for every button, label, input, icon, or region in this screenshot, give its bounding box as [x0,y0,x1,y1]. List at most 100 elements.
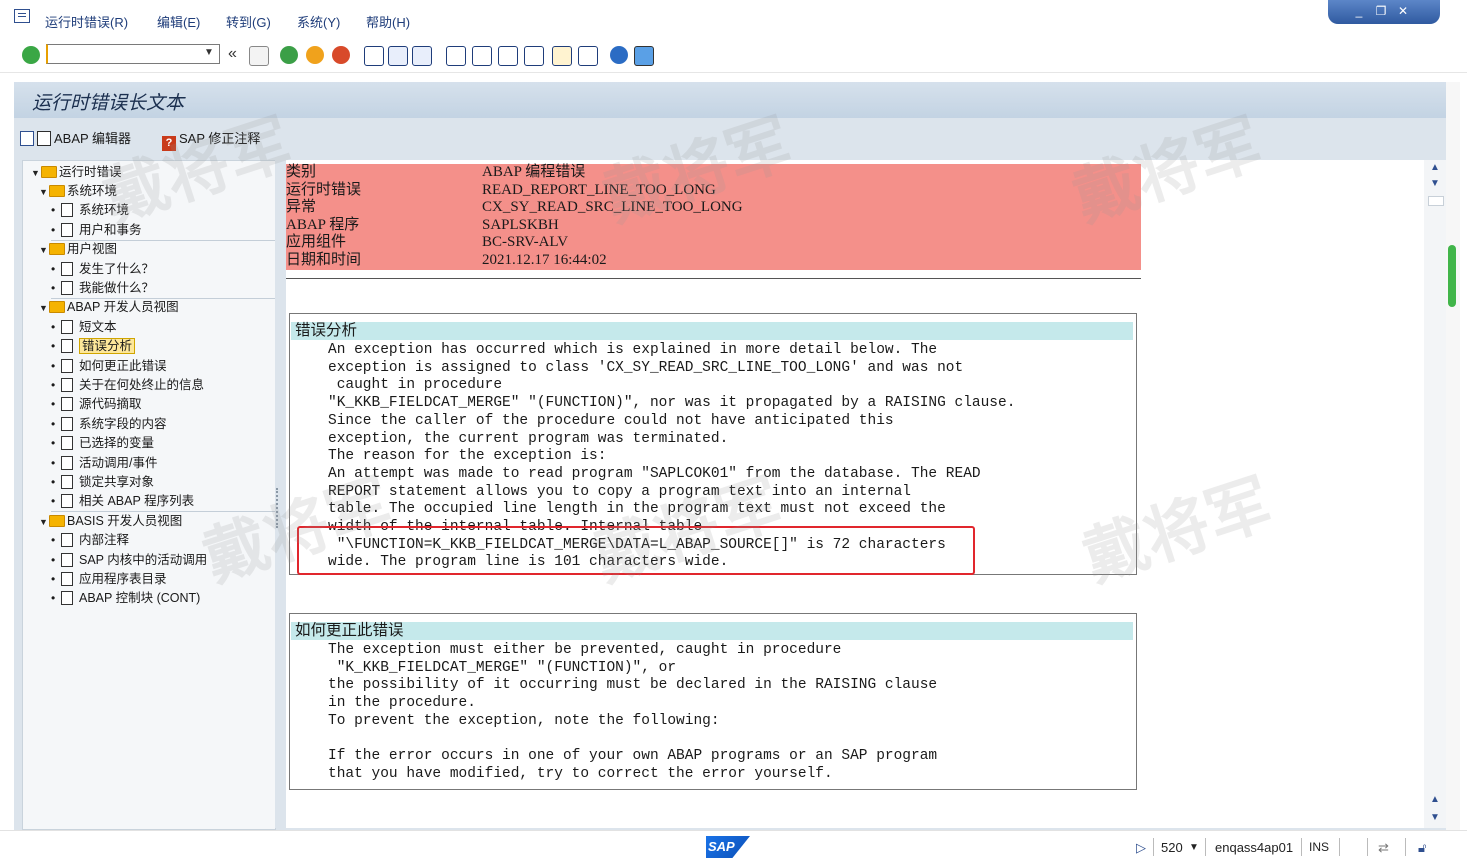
expand-icon[interactable]: ▼ [39,183,49,202]
tree-item[interactable]: • 活动调用/事件 [51,454,291,473]
bullet-icon: • [51,572,56,586]
tree-item[interactable]: • ABAP 控制块 (CONT) [51,589,291,608]
text-line: If the error occurs in one of your own A… [328,748,938,765]
tree-item-label: 错误分析 [79,338,136,355]
tree-item[interactable]: • 内部注释 [51,531,291,550]
tree-item[interactable]: • 短文本 [51,318,291,337]
text-line: "K_KKB_FIELDCAT_MERGE" "(FUNCTION)", nor… [328,395,1016,412]
close-button[interactable]: ✕ [1394,3,1412,19]
document-icon [61,339,73,354]
tree-item[interactable]: • SAP 内核中的活动调用 [51,551,291,570]
text-line: caught in procedure [328,377,503,394]
content-scrollbar[interactable]: ▲ ▼ ▲ ▼ [1424,160,1446,828]
document-icon [61,591,73,606]
window-scrollbar[interactable] [1446,82,1460,830]
bullet-icon: • [51,552,56,567]
expand-icon[interactable]: ▼ [31,164,41,183]
tree-item[interactable]: • 用户和事务 [51,221,291,241]
scroll-down-icon[interactable]: ▼ [1424,812,1446,823]
tree-item-label: ABAP 开发人员视图 [67,300,179,315]
sap-note-button[interactable]: ? SAP 修正注释 [162,128,260,151]
tree-item-label: 用户和事务 [79,222,142,237]
tree-node-root[interactable]: ▼ 运行时错误 [31,163,122,182]
sap-note-label: SAP 修正注释 [179,131,261,146]
text-line: the possibility of it occurring must be … [328,677,938,694]
document-icon [61,436,73,451]
tree-item-label: 如何更正此错误 [79,358,167,373]
new-session-icon[interactable] [552,46,572,66]
scroll-thumb[interactable] [1428,196,1444,206]
back-icon[interactable] [280,46,298,64]
tree-item[interactable]: • 如何更正此错误 [51,357,291,376]
window-controls: _ ❐ ✕ [1328,0,1440,24]
next-page-icon[interactable] [498,46,518,66]
page-title: 运行时错误长文本 [32,92,185,114]
menu-runtime-error[interactable]: 运行时错误(R) [45,12,128,31]
play-icon[interactable]: ▷ [1136,840,1146,856]
text-line: The exception must either be prevented, … [328,642,842,658]
bullet-icon: • [51,378,56,392]
expand-icon[interactable]: ▼ [39,241,49,260]
command-field[interactable] [46,44,220,64]
bullet-icon: • [51,222,56,237]
client-number: 520 [1161,840,1183,855]
tree-folder[interactable]: ▼ 用户视图 [39,240,279,259]
unlock-icon[interactable]: 🔓︎ [1418,840,1426,856]
shortcut-icon[interactable] [578,46,598,66]
folder-open-icon [49,185,65,197]
window-scroll-thumb[interactable] [1448,245,1456,307]
tree-item[interactable]: • 已选择的变量 [51,434,291,453]
scroll-down-icon[interactable]: ▼ [1424,178,1446,189]
help-icon[interactable] [610,46,628,64]
tree-item[interactable]: • 应用程序表目录 [51,570,291,589]
first-page-icon[interactable] [446,46,466,66]
chevron-down-icon[interactable]: ▼ [202,47,216,59]
document-icon [61,572,73,586]
tree-item[interactable]: • 源代码摘取 [51,395,291,414]
menu-system[interactable]: 系统(Y) [297,12,340,31]
exit-icon[interactable] [306,46,324,64]
find-next-icon[interactable] [412,46,432,66]
menu-goto[interactable]: 转到(G) [226,12,271,31]
print-icon[interactable] [364,46,384,66]
tree-item[interactable]: • 错误分析 [51,337,291,356]
previous-page-icon[interactable] [472,46,492,66]
tree-folder[interactable]: ▼ 系统环境 [39,182,279,201]
tree-folder[interactable]: ▼ BASIS 开发人员视图 [39,512,279,531]
find-icon[interactable] [388,46,408,66]
divider [1405,838,1406,856]
bullet-icon: • [51,261,56,276]
tree-folder[interactable]: ▼ ABAP 开发人员视图 [39,298,279,317]
scroll-up-icon[interactable]: ▲ [1424,794,1446,805]
save-icon[interactable] [249,46,269,66]
tree-item[interactable]: • 发生了什么？ [51,260,291,279]
restore-button[interactable]: ❐ [1372,3,1390,19]
abap-editor-button[interactable]: ABAP 编辑器 [20,128,131,147]
folder-open-icon [49,301,65,314]
scroll-up-icon[interactable]: ▲ [1424,162,1446,173]
layout-icon[interactable]: ⇄ [1378,840,1389,856]
menu-icon[interactable] [14,9,30,23]
tree-item[interactable]: • 系统字段的内容 [51,415,291,434]
history-back-icon[interactable]: « [228,45,237,63]
tree-item-label: 已选择的变量 [79,436,155,451]
menu-help[interactable]: 帮助(H) [366,12,410,31]
expand-icon[interactable]: ▼ [39,299,49,318]
text-line: Since the caller of the procedure could … [328,412,894,429]
tree-item-label: 短文本 [79,319,117,334]
cancel-icon[interactable] [332,46,350,64]
customize-layout-icon[interactable] [634,46,654,66]
minimize-button[interactable]: _ [1350,3,1368,19]
divider [1153,838,1154,856]
expand-icon[interactable]: ▼ [39,513,49,532]
chevron-down-icon[interactable]: ▼ [1189,842,1199,853]
tree-item[interactable]: • 系统环境 [51,201,291,220]
tree-item[interactable]: • 锁定共享对象 [51,473,291,492]
tree-item[interactable]: • 我能做什么？ [51,279,291,299]
enter-check-icon[interactable] [22,46,40,64]
last-page-icon[interactable] [524,46,544,66]
divider [1339,838,1340,856]
menu-edit[interactable]: 编辑(E) [157,12,200,31]
tree-item[interactable]: • 相关 ABAP 程序列表 [51,492,291,513]
tree-item[interactable]: • 关于在何处终止的信息 [51,376,291,395]
